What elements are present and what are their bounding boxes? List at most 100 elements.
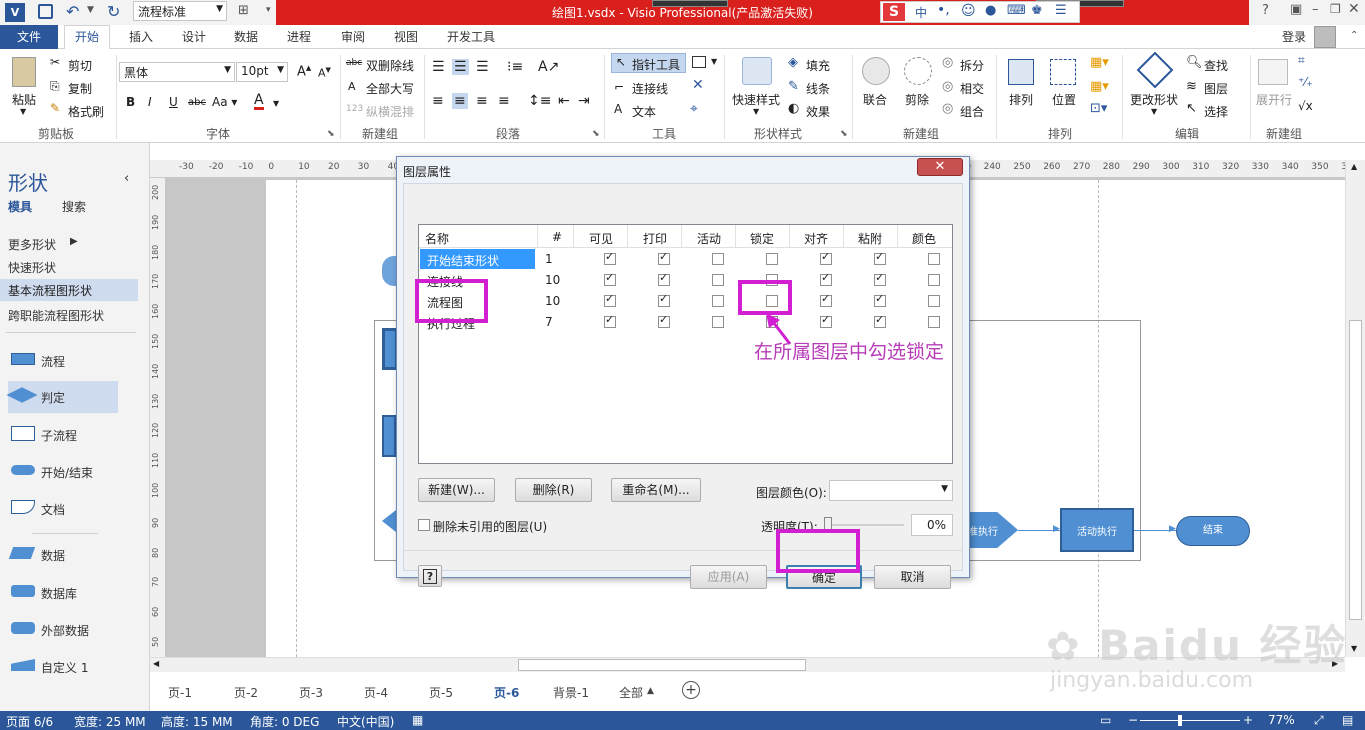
zoom-level[interactable]: 77% <box>1268 713 1295 727</box>
expand-row-button[interactable]: 展开行 <box>1256 91 1292 108</box>
vertical-text-button[interactable]: 纵横混排 <box>366 103 414 120</box>
align-center-icon[interactable]: ≡ <box>452 93 468 109</box>
layer-color-select[interactable]: ▼ <box>829 480 953 501</box>
bold-icon[interactable]: B <box>126 95 135 109</box>
column-header-lock[interactable]: 锁定 <box>750 230 774 247</box>
visible-checkbox[interactable] <box>604 292 616 307</box>
italic-icon[interactable]: I <box>148 95 152 109</box>
layers-button[interactable]: 图层 <box>1204 80 1228 97</box>
shrink-font-icon[interactable]: A▼ <box>318 66 331 80</box>
glue-checkbox[interactable] <box>874 292 886 307</box>
transparency-slider[interactable] <box>824 517 904 533</box>
x-icon[interactable]: ✕ <box>692 77 704 93</box>
decrease-indent-icon[interactable]: ⇤ <box>558 93 570 109</box>
rectangle-dropdown-icon[interactable]: ▼ <box>711 57 717 66</box>
color-checkbox[interactable] <box>928 316 940 328</box>
macro-record-icon[interactable]: ▦ <box>412 713 423 727</box>
ime-punct-icon[interactable]: •, <box>937 2 950 18</box>
column-header-snap[interactable]: 对齐 <box>804 230 828 247</box>
redo-icon[interactable]: ↻ <box>107 2 120 21</box>
ime-toolbar[interactable]: S 中 •, ☺ ● ⌨ ♚ ☰ <box>880 1 1080 23</box>
undo-dropdown-icon[interactable]: ▼ <box>87 5 94 15</box>
flow-activity-exec[interactable]: 活动执行 <box>1060 508 1134 552</box>
connection-point-icon[interactable]: ⌖ <box>690 101 698 117</box>
effect-button[interactable]: 效果 <box>806 103 830 120</box>
visible-checkbox[interactable] <box>604 271 616 286</box>
scroll-thumb[interactable] <box>1349 320 1362 620</box>
select-button[interactable]: 选择 <box>1204 103 1228 120</box>
paragraph-dialog-launcher-icon[interactable]: ⬊ <box>592 129 600 139</box>
zoom-out-icon[interactable]: − <box>1128 713 1138 727</box>
print-checkbox[interactable] <box>658 313 670 328</box>
color-checkbox[interactable] <box>928 274 940 286</box>
layer-name-cell[interactable]: 开始结束形状 <box>420 249 535 269</box>
color-checkbox[interactable] <box>928 295 940 307</box>
change-shape-dropdown-icon[interactable]: ▼ <box>1151 107 1157 116</box>
column-header-name[interactable]: 名称 <box>425 230 449 247</box>
page-tab-all[interactable]: 全部 <box>619 684 643 701</box>
tab-insert[interactable]: 插入 <box>125 28 157 45</box>
close-icon[interactable]: ✕ <box>1348 1 1360 17</box>
page-tab-5[interactable]: 页-5 <box>429 684 453 701</box>
copy-button[interactable]: 复制 <box>68 80 92 97</box>
table-row[interactable]: 连接线 10 <box>419 270 952 290</box>
change-shape-button[interactable]: 更改形状 <box>1130 91 1178 108</box>
cancel-button[interactable]: 取消 <box>874 565 951 589</box>
font-style-combo[interactable]: 流程标准 ▼ <box>133 1 227 21</box>
stencil-basic-flow[interactable]: 基本流程图形状 <box>0 279 138 301</box>
ime-skin-icon[interactable]: ♚ <box>1031 3 1043 18</box>
fill-button[interactable]: 填充 <box>806 57 830 74</box>
change-case-icon[interactable]: Aa ▾ <box>212 95 237 109</box>
font-color-dropdown-icon[interactable]: ▼ <box>273 99 279 108</box>
line-button[interactable]: 线条 <box>806 80 830 97</box>
apply-button[interactable]: 应用(A) <box>690 565 767 589</box>
align-shapes-icon[interactable]: ▦▾ <box>1090 55 1109 70</box>
tab-view[interactable]: 视图 <box>390 28 422 45</box>
increase-indent-icon[interactable]: ⇥ <box>578 93 590 109</box>
tab-stencils[interactable]: 模具 <box>8 198 32 215</box>
position-button[interactable]: 位置 <box>1052 91 1076 108</box>
fragment-button[interactable]: 剪除 <box>905 91 929 108</box>
shape-custom1[interactable]: 自定义 1 <box>8 651 118 683</box>
column-header-visible[interactable]: 可见 <box>589 230 613 247</box>
align-middle-icon[interactable]: ☰ <box>452 59 469 75</box>
page-tab-3[interactable]: 页-3 <box>299 684 323 701</box>
scroll-up-icon[interactable]: ▲ <box>1351 162 1357 171</box>
grow-font-icon[interactable]: A▲ <box>297 64 311 79</box>
format-painter-button[interactable]: 格式刷 <box>68 103 104 120</box>
tab-developer[interactable]: 开发工具 <box>443 28 499 45</box>
new-layer-button[interactable]: 新建(W)... <box>418 478 495 502</box>
sqrt-icon[interactable]: √x <box>1298 99 1313 113</box>
presentation-mode-icon[interactable]: ▭ <box>1100 713 1111 727</box>
align-top-icon[interactable]: ☰ <box>432 59 445 75</box>
qat-more-icon[interactable]: ▾ <box>266 5 271 15</box>
help-icon[interactable]: ? <box>1262 3 1269 18</box>
hscroll-thumb[interactable] <box>518 659 806 671</box>
arrange-button[interactable]: 排列 <box>1009 91 1033 108</box>
page-tab-1[interactable]: 页-1 <box>168 684 192 701</box>
snap-checkbox[interactable] <box>820 313 832 328</box>
print-checkbox[interactable] <box>658 250 670 265</box>
shape-document[interactable]: 文档 <box>8 493 118 525</box>
align-left-icon[interactable]: ≡ <box>432 93 444 109</box>
shape-styles-dialog-launcher-icon[interactable]: ⬊ <box>840 129 848 139</box>
scroll-left-icon[interactable]: ◀ <box>153 659 159 668</box>
find-button[interactable]: 查找 <box>1204 57 1228 74</box>
double-strikethrough-button[interactable]: 双删除线 <box>366 57 414 74</box>
tab-data[interactable]: 数据 <box>230 28 262 45</box>
undo-icon[interactable]: ↶ <box>66 2 79 21</box>
quick-styles-dropdown-icon[interactable]: ▼ <box>753 107 759 116</box>
snap-checkbox[interactable] <box>820 292 832 307</box>
font-dialog-launcher-icon[interactable]: ⬊ <box>327 129 335 139</box>
ime-menu-icon[interactable]: ☰ <box>1055 3 1067 18</box>
tab-home[interactable]: 开始 <box>64 25 111 50</box>
tab-review[interactable]: 审阅 <box>337 28 369 45</box>
align-bottom-icon[interactable]: ☰ <box>476 59 489 75</box>
switch-windows-icon[interactable]: ▤ <box>1342 713 1353 727</box>
shape-database[interactable]: 数据库 <box>8 577 118 609</box>
text-direction-icon[interactable]: A↗ <box>538 59 559 75</box>
tab-search[interactable]: 搜索 <box>62 198 86 215</box>
font-color-icon[interactable]: A <box>254 93 264 110</box>
align-right-icon[interactable]: ≡ <box>476 93 488 109</box>
text-tool-button[interactable]: 文本 <box>632 103 656 120</box>
